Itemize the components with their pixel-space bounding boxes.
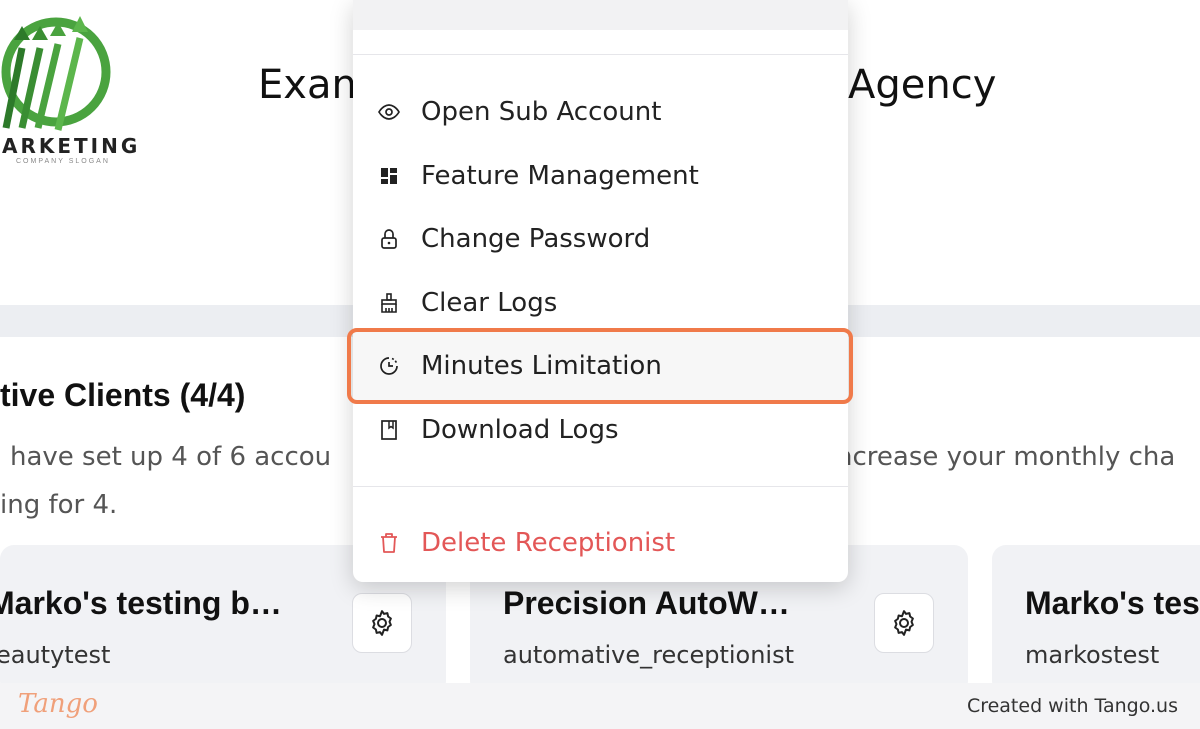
menu-item-label: Download Logs [421,415,619,445]
logo-arrows-icon [1,16,111,131]
lock-icon [377,227,401,251]
menu-item-label: Feature Management [421,161,699,191]
menu-item-label: Delete Receptionist [421,528,676,558]
menu-item-clear-logs[interactable]: Clear Logs [353,272,848,334]
menu-header-strip [353,0,848,30]
menu-item-label: Change Password [421,224,651,254]
eye-icon [377,100,401,124]
trash-icon [377,531,401,555]
menu-item-download-logs[interactable]: Download Logs [353,399,848,461]
grid-icon [377,164,401,188]
broom-icon [377,291,401,315]
client-card[interactable]: Marko's tes markostest [992,545,1200,695]
description-line-1-left: have set up 4 of 6 accou [10,442,332,472]
menu-item-change-password[interactable]: Change Password [353,208,848,270]
page-title-right: Agency [848,62,997,108]
description-line-1-right: ncrease your monthly cha [836,442,1176,472]
gear-icon [894,610,914,636]
client-username: markostest [1025,641,1160,669]
logo-text: ARKETING [2,134,141,158]
client-username: automative_receptionist [503,641,794,669]
client-name: Precision AutoW… [503,585,790,621]
client-settings-button[interactable] [874,593,934,653]
step-highlight [347,328,853,404]
menu-divider [353,54,848,55]
menu-divider [353,486,848,487]
menu-item-label: Clear Logs [421,288,558,318]
menu-item-label: Open Sub Account [421,97,662,127]
page-title: Exan Agency [258,62,996,108]
created-with-text: Created with Tango.us [966,695,1178,717]
active-clients-title: tive Clients (4/4) [0,377,246,413]
tango-logo: Tango [18,689,98,719]
client-name: Marko's testing b… [0,585,282,621]
tango-footer: Tango Created with Tango.us [0,683,1200,729]
menu-item-feature-management[interactable]: Feature Management [353,145,848,207]
client-name: Marko's tes [1025,585,1200,621]
logo-slogan: COMPANY SLOGAN [16,158,110,165]
file-icon [377,418,401,442]
client-settings-button[interactable] [352,593,412,653]
gear-icon [372,610,392,636]
page-title-left: Exan [258,62,357,108]
marketing-logo: ARKETING COMPANY SLOGAN [0,8,141,165]
receptionist-actions-menu: Open Sub Account Feature Management Chan… [353,0,848,582]
menu-item-open-sub-account[interactable]: Open Sub Account [353,81,848,143]
menu-item-delete-receptionist[interactable]: Delete Receptionist [353,512,848,574]
client-username: eautytest [0,641,111,669]
description-line-2: ing for 4. [0,490,118,520]
